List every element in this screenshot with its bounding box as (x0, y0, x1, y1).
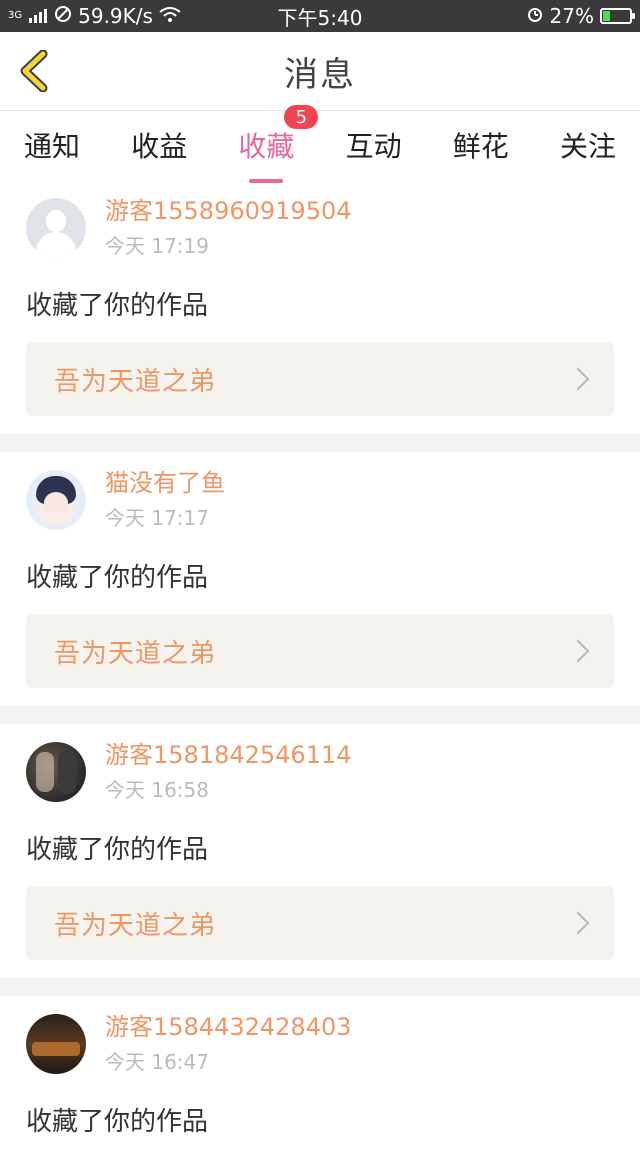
tab-follows[interactable]: 关注 (560, 119, 616, 171)
wifi-icon (159, 4, 181, 28)
status-bar: 3G 59.9K/s 下午5:40 27% (0, 0, 640, 32)
battery-percent: 27% (549, 4, 594, 28)
tab-earnings[interactable]: 收益 (131, 119, 187, 171)
tab-label: 互动 (345, 130, 402, 163)
tab-label: 鲜花 (452, 130, 509, 163)
username[interactable]: 游客1581842546114 (105, 740, 352, 770)
action-text: 收藏了你的作品 (26, 291, 209, 321)
clock: 下午5:40 (277, 5, 363, 30)
tab-flowers[interactable]: 鲜花 (453, 119, 509, 171)
timestamp: 今天 16:47 (105, 1050, 209, 1074)
username[interactable]: 游客1558960919504 (105, 196, 352, 226)
avatar[interactable] (26, 741, 86, 802)
unread-badge: 5 (284, 105, 319, 129)
page-title: 消息 (284, 54, 356, 95)
avatar[interactable] (26, 197, 86, 258)
tab-notifications[interactable]: 通知 (24, 119, 80, 171)
divider (0, 978, 640, 996)
message-item: 游客1581842546114 今天 16:58 收藏了你的作品 吾为天道之弟 (0, 724, 640, 978)
avatar[interactable] (26, 1013, 86, 1074)
signal-icon (28, 4, 48, 28)
tab-bar: 通知 收益 收藏 5 互动 鲜花 关注 (0, 105, 640, 179)
network-type: 3G (8, 10, 23, 21)
tab-label: 收益 (131, 130, 188, 163)
username[interactable]: 游客1584432428403 (105, 1012, 352, 1042)
no-sim-icon (54, 4, 72, 28)
work-title: 吾为天道之弟 (54, 910, 217, 941)
username[interactable]: 猫没有了鱼 (105, 468, 225, 498)
tab-label: 关注 (559, 130, 616, 163)
action-text: 收藏了你的作品 (26, 563, 209, 593)
action-text: 收藏了你的作品 (26, 835, 209, 865)
message-item: 游客1584432428403 今天 16:47 收藏了你的作品 (0, 996, 640, 1156)
back-button[interactable] (14, 48, 54, 94)
message-item: 游客1558960919504 今天 17:19 收藏了你的作品 吾为天道之弟 (0, 180, 640, 434)
divider (0, 706, 640, 724)
timestamp: 今天 17:17 (105, 506, 209, 530)
work-card[interactable]: 吾为天道之弟 (26, 614, 614, 688)
battery-icon (600, 8, 635, 24)
action-text: 收藏了你的作品 (26, 1107, 209, 1137)
message-list: 游客1558960919504 今天 17:19 收藏了你的作品 吾为天道之弟 … (0, 180, 640, 1156)
work-title: 吾为天道之弟 (54, 366, 217, 397)
timestamp: 今天 17:19 (105, 234, 209, 258)
work-card[interactable]: 吾为天道之弟 (26, 886, 614, 960)
tab-favorites[interactable]: 收藏 5 (238, 105, 319, 171)
header: 消息 (0, 32, 640, 111)
chevron-right-icon (566, 367, 590, 391)
work-title: 吾为天道之弟 (54, 638, 217, 669)
work-card[interactable]: 吾为天道之弟 (26, 342, 614, 416)
message-item: 猫没有了鱼 今天 17:17 收藏了你的作品 吾为天道之弟 (0, 452, 640, 706)
network-speed: 59.9K/s (78, 4, 153, 28)
chevron-right-icon (566, 639, 590, 663)
divider (0, 434, 640, 452)
chevron-right-icon (566, 911, 590, 935)
tab-interactions[interactable]: 互动 (346, 119, 402, 171)
timestamp: 今天 16:58 (105, 778, 209, 802)
tab-label: 收藏 (238, 130, 295, 163)
back-arrow-icon (20, 50, 48, 92)
tab-label: 通知 (24, 130, 81, 163)
alarm-icon (526, 4, 544, 28)
avatar[interactable] (26, 469, 86, 530)
